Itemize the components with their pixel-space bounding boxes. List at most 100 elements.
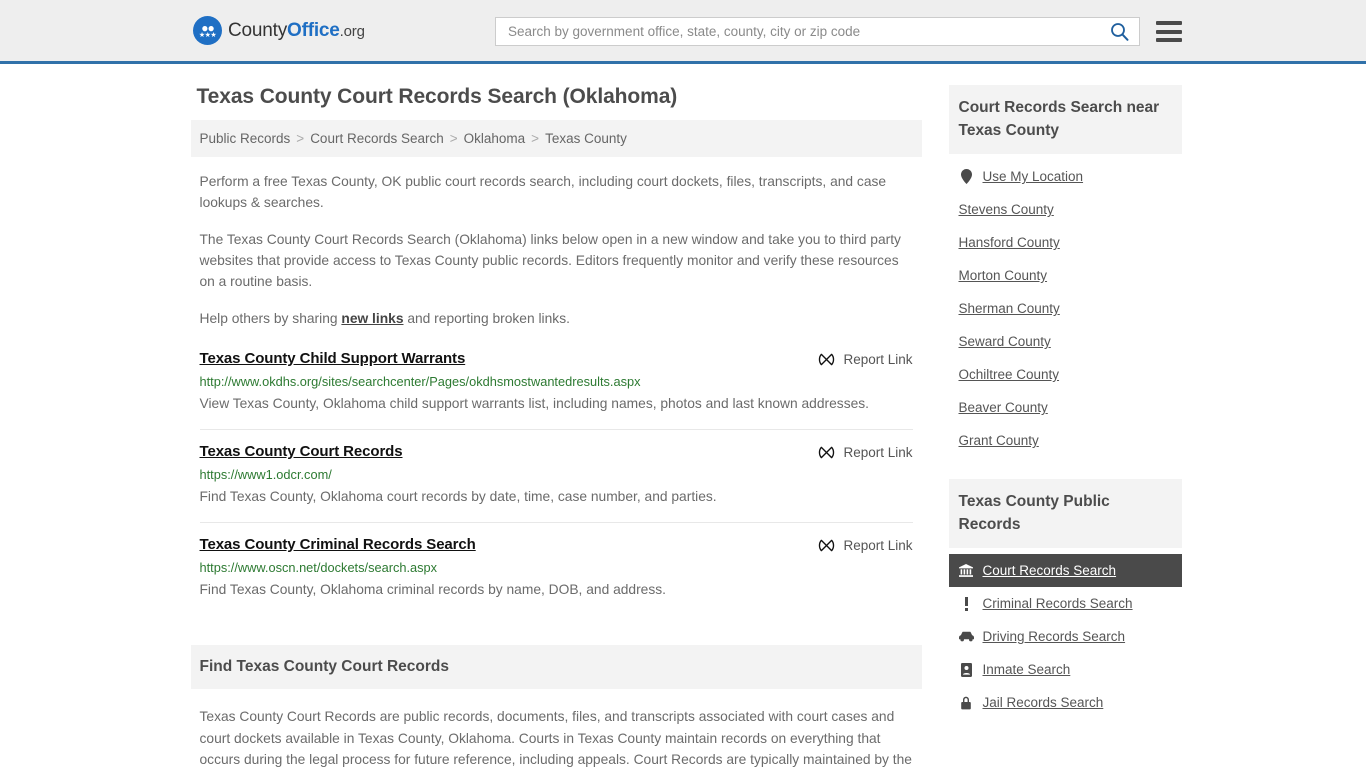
find-section-heading: Find Texas County Court Records [199,658,449,675]
sidebar-item-hansford-county[interactable]: Hansford County [949,226,1182,259]
sidebar-item-label: Ochiltree County [958,367,1060,382]
public-records-panel-heading: Texas County Public Records [958,493,1110,533]
sidebar-item-court-records-search[interactable]: Court Records Search [948,554,1182,587]
sidebar-item-label: Morton County [958,268,1048,283]
site-logo[interactable]: ●● ★★★ CountyOffice.org [193,16,365,45]
sidebar-item-sherman-county[interactable]: Sherman County [949,292,1182,325]
intro-text-before-link: Help others by sharing [199,311,342,326]
sidebar-item-jail-records-search[interactable]: Jail Records Search [949,686,1182,719]
sidebar-item-label: Sherman County [958,301,1060,316]
sidebar-item-label: Seward County [958,334,1051,349]
courthouse-icon [959,564,974,577]
resource-description: View Texas County, Oklahoma child suppor… [199,396,870,411]
logo-text-org: .org [339,22,365,40]
resource-title-link[interactable]: Texas County Court Records [200,443,403,460]
broken-link-icon [819,353,835,366]
broken-link-icon [819,446,835,459]
car-icon [958,631,974,642]
hamburger-bar-2 [1156,29,1182,34]
sidebar-item-label: Stevens County [958,202,1054,217]
search-button[interactable] [1108,22,1131,41]
breadcrumb-item-oklahoma[interactable]: Oklahoma [464,131,526,146]
logo-text-office: Office [287,19,340,41]
breadcrumb-separator: > [449,131,458,146]
sidebar-item-ochiltree-county[interactable]: Ochiltree County [949,358,1182,391]
nearby-links: Use My Location Stevens County Hansford … [949,154,1182,457]
public-records-links: Court Records Search Criminal Records Se… [948,548,1182,719]
sidebar-item-beaver-county[interactable]: Beaver County [949,391,1182,424]
sidebar-item-label: Beaver County [958,400,1048,415]
main-column: Texas County Court Records Search (Oklah… [190,85,922,768]
resource-title-link[interactable]: Texas County Child Support Warrants [200,350,466,367]
breadcrumb-item-court-records-search[interactable]: Court Records Search [310,131,444,146]
report-link-button[interactable]: Report Link [818,443,913,461]
resource-url: https://www.oscn.net/dockets/search.aspx [199,560,438,575]
content-container: Texas County Court Records Search (Oklah… [190,64,1182,768]
report-link-button[interactable]: Report Link [818,350,913,368]
link-row: Texas County Child Support Warrants Repo… [200,350,913,368]
nearby-panel-header: Court Records Search near Texas County [948,85,1182,154]
intro-paragraph-3: Help others by sharing new links and rep… [200,308,913,329]
report-link-button[interactable]: Report Link [818,536,913,554]
nearby-panel: Court Records Search near Texas County U… [948,85,1182,457]
intro-paragraph-2: The Texas County Court Records Search (O… [199,232,901,289]
breadcrumb-separator: > [531,131,540,146]
sidebar-item-use-my-location[interactable]: Use My Location [949,160,1182,193]
search-area [495,17,1182,46]
sidebar-item-label: Driving Records Search [982,629,1126,644]
public-records-panel: Texas County Public Records Court Record… [948,479,1182,719]
hamburger-bar-1 [1156,21,1182,25]
list-item: Texas County Criminal Records Search Rep… [199,522,913,615]
site-header: ●● ★★★ CountyOffice.org [0,0,1366,64]
sidebar-item-morton-county[interactable]: Morton County [949,259,1182,292]
search-box[interactable] [495,17,1140,46]
intro-section: Perform a free Texas County, OK public c… [191,171,922,329]
sidebar: Court Records Search near Texas County U… [948,85,1182,725]
list-item: Texas County Child Support Warrants Repo… [200,350,913,429]
exclamation-icon [959,596,974,611]
breadcrumb-item-texas-county[interactable]: Texas County [545,131,627,146]
breadcrumb-separator: > [296,131,305,146]
breadcrumb-item-public-records[interactable]: Public Records [200,131,291,146]
new-links-link[interactable]: new links [341,311,403,326]
sidebar-item-stevens-county[interactable]: Stevens County [949,193,1182,226]
broken-link-icon [819,539,835,552]
resource-description: Find Texas County, Oklahoma court record… [199,489,717,504]
sidebar-item-label: Court Records Search [982,563,1117,578]
page-body: Texas County Court Records Search (Oklah… [0,64,1366,768]
id-card-icon [959,662,974,677]
lock-icon [959,696,974,710]
sidebar-item-grant-county[interactable]: Grant County [949,424,1182,457]
resource-url: https://www1.odcr.com/ [199,467,332,482]
sidebar-item-label: Hansford County [958,235,1060,250]
intro-text-after-link: and reporting broken links. [403,311,570,326]
find-section-paragraph: Texas County Court Records are public re… [199,709,912,767]
sidebar-item-label: Jail Records Search [982,695,1104,710]
link-row: Texas County Criminal Records Search Rep… [200,536,913,554]
hamburger-bar-3 [1156,38,1182,42]
breadcrumb: Public Records > Court Records Search > Okla… [190,120,922,157]
resource-url: http://www.okdhs.org/sites/searchcenter/… [199,374,641,389]
resource-link-list: Texas County Child Support Warrants Repo… [191,350,922,615]
sidebar-item-inmate-search[interactable]: Inmate Search [949,653,1182,686]
resource-title-link[interactable]: Texas County Criminal Records Search [200,536,476,553]
hamburger-menu-icon[interactable] [1156,21,1182,42]
sidebar-item-criminal-records-search[interactable]: Criminal Records Search [949,587,1182,620]
report-link-label: Report Link [843,445,913,460]
sidebar-item-driving-records-search[interactable]: Driving Records Search [949,620,1182,653]
sidebar-item-label: Grant County [958,433,1039,448]
map-pin-icon [959,169,974,184]
list-item: Texas County Court Records Report Link h… [199,429,913,522]
logo-text-county: County [228,19,288,41]
page-title: Texas County Court Records Search (Oklah… [196,85,678,108]
link-row: Texas County Court Records Report Link [200,443,913,461]
eagle-seal-icon: ●● ★★★ [193,16,222,45]
search-input[interactable] [506,18,1108,45]
intro-paragraph-1: Perform a free Texas County, OK public c… [199,174,887,210]
find-section-header: Find Texas County Court Records [190,645,922,689]
resource-description: Find Texas County, Oklahoma criminal rec… [199,582,667,597]
sidebar-item-seward-county[interactable]: Seward County [949,325,1182,358]
find-section-body: Texas County Court Records are public re… [191,706,922,768]
search-icon [1111,23,1129,41]
report-link-label: Report Link [843,352,913,367]
